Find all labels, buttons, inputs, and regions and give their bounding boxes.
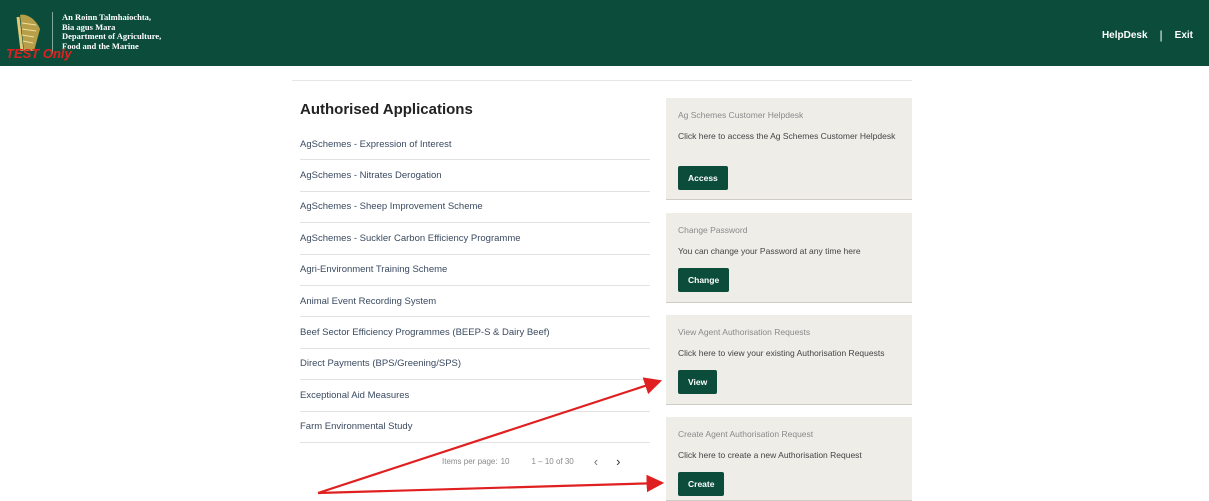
content-divider (292, 80, 912, 81)
view-button[interactable]: View (678, 370, 718, 394)
card-title: Ag Schemes Customer Helpdesk (678, 110, 804, 120)
card-title: Change Password (678, 225, 748, 235)
authorised-applications-title: Authorised Applications (300, 101, 473, 118)
view-requests-card: View Agent Authorisation Requests Click … (666, 315, 912, 405)
change-password-card: Change Password You can change your Pass… (666, 213, 912, 303)
dept-line: Food and the Marine (62, 40, 139, 51)
exit-link[interactable]: Exit (1175, 30, 1193, 41)
change-button[interactable]: Change (678, 268, 730, 292)
application-link[interactable]: AgSchemes - Sheep Improvement Scheme (300, 192, 650, 224)
application-link[interactable]: AgSchemes - Suckler Carbon Efficiency Pr… (300, 223, 650, 255)
application-link[interactable]: Agri-Environment Training Scheme (300, 255, 650, 286)
application-link[interactable]: Beef Sector Efficiency Programmes (BEEP-… (300, 317, 650, 349)
application-link[interactable]: Animal Event Recording System (300, 286, 650, 318)
page-range: 1 – 10 of 30 (531, 457, 574, 466)
department-name: An Roinn Talmhaíochta, Bia agus Mara Dep… (62, 12, 161, 51)
helpdesk-link[interactable]: HelpDesk (1102, 30, 1148, 41)
previous-page-icon[interactable]: ‹ (594, 454, 598, 469)
items-per-page-label: Items per page: (442, 457, 498, 466)
paginator: Items per page: 10 1 – 10 of 30 ‹ › (442, 454, 620, 469)
card-title: View Agent Authorisation Requests (678, 327, 811, 337)
top-header: An Roinn Talmhaíochta, Bia agus Mara Dep… (0, 0, 1209, 66)
card-description: Click here to view your existing Authori… (678, 348, 885, 358)
items-per-page-select[interactable]: 10 (501, 457, 510, 466)
test-environment-label: TEST Only (6, 46, 72, 61)
application-link[interactable]: Exceptional Aid Measures (300, 380, 650, 412)
card-description: Click here to access the Ag Schemes Cust… (678, 131, 896, 141)
create-request-card: Create Agent Authorisation Request Click… (666, 417, 912, 501)
application-list: AgSchemes - Expression of Interest AgSch… (300, 129, 650, 443)
card-title: Create Agent Authorisation Request (678, 429, 814, 439)
application-link[interactable]: Farm Environmental Study (300, 412, 650, 443)
access-button[interactable]: Access (678, 166, 728, 190)
create-button[interactable]: Create (678, 472, 725, 496)
arrow-to-create (317, 474, 665, 495)
next-page-icon[interactable]: › (616, 454, 620, 469)
application-link[interactable]: AgSchemes - Expression of Interest (300, 129, 650, 161)
helpdesk-card: Ag Schemes Customer Helpdesk Click here … (666, 98, 912, 200)
card-description: You can change your Password at any time… (678, 246, 861, 256)
nav-separator: | (1159, 28, 1163, 42)
card-description: Click here to create a new Authorisation… (678, 450, 862, 460)
application-link[interactable]: AgSchemes - Nitrates Derogation (300, 160, 650, 192)
application-link[interactable]: Direct Payments (BPS/Greening/SPS) (300, 349, 650, 381)
header-nav: HelpDesk | Exit (1102, 28, 1193, 42)
